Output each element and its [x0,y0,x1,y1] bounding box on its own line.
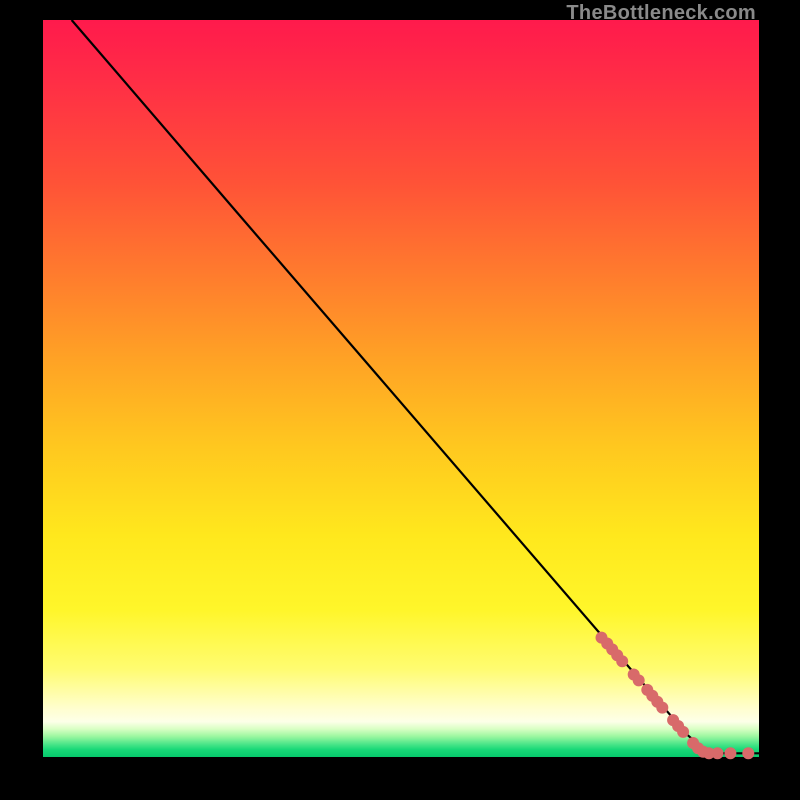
scatter-point [656,702,668,714]
scatter-point [677,726,689,738]
scatter-point [724,747,736,759]
scatter-point [712,747,724,759]
scatter-point [633,674,645,686]
chart-frame: TheBottleneck.com [0,0,800,800]
chart-overlay [43,20,759,757]
curve-line [72,20,759,753]
scatter-point [742,747,754,759]
scatter-group [596,632,755,760]
scatter-point [616,655,628,667]
